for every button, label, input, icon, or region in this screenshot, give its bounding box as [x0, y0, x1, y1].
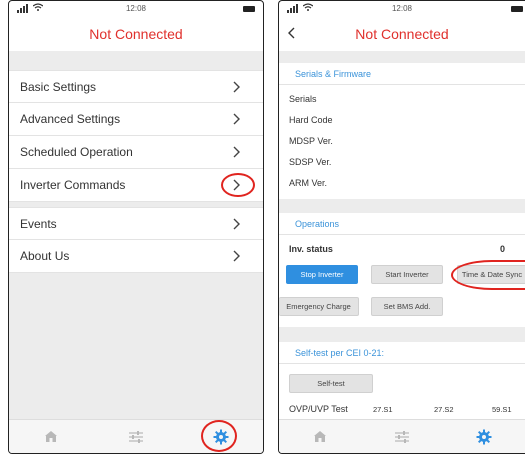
section-header-operations: Operations — [279, 213, 525, 235]
section-header-serials: Serials & Firmware — [279, 63, 525, 85]
menu-item-label: Scheduled Operation — [20, 145, 133, 159]
row-serials: Serials — [289, 94, 317, 104]
test-col-59s1: 59.S1 — [492, 404, 512, 414]
menu-item-advanced-settings[interactable]: Advanced Settings — [9, 103, 263, 136]
test-col-27s2: 27.S2 — [434, 404, 454, 414]
battery-icon — [243, 6, 255, 12]
nav-bar: Not Connected — [279, 17, 525, 51]
status-bar: 12:08 — [279, 1, 525, 17]
section-header-selftest: Self-test per CEI 0-21: — [279, 342, 525, 364]
tab-home[interactable] — [310, 427, 330, 447]
empty-area — [9, 273, 263, 421]
chevron-left-icon — [288, 27, 295, 39]
menu-item-label: Events — [20, 216, 57, 231]
menu-item-label: Advanced Settings — [20, 112, 121, 126]
chevron-right-icon — [233, 218, 240, 230]
stop-inverter-button[interactable]: Stop Inverter — [286, 265, 358, 284]
tab-bar — [279, 419, 525, 453]
page-title: Not Connected — [89, 26, 183, 42]
home-icon — [314, 431, 326, 442]
tab-settings[interactable] — [474, 427, 494, 447]
gear-icon — [476, 429, 492, 444]
spacer — [279, 327, 525, 342]
inv-status-label: Inv. status — [289, 244, 333, 254]
status-time: 12:08 — [391, 4, 413, 13]
set-bms-add-button[interactable]: Set BMS Add. — [371, 297, 443, 316]
chevron-right-icon — [233, 250, 240, 262]
inv-status-row: Inv. status 0 — [279, 239, 525, 259]
menu-item-inverter-commands[interactable]: Inverter Commands — [9, 169, 263, 202]
sliders-icon — [395, 430, 409, 443]
menu-item-label: Basic Settings — [20, 79, 97, 94]
tab-settings[interactable] — [200, 419, 237, 452]
page-title: Not Connected — [355, 26, 449, 42]
row-sdsp-ver: SDSP Ver. — [289, 157, 332, 167]
inverter-commands-screen: 12:08 Not Connected Serials & Firmware S… — [278, 0, 525, 454]
settings-screen: 12:08 Not Connected Basic Settings Advan… — [8, 0, 264, 454]
spacer — [279, 199, 525, 213]
menu-item-events[interactable]: Events — [9, 207, 263, 240]
highlight-circle — [221, 173, 255, 197]
chevron-right-icon — [233, 113, 240, 125]
spacer — [279, 51, 525, 63]
menu-item-label: Inverter Commands — [20, 178, 126, 192]
tab-adjust[interactable] — [392, 427, 412, 447]
home-icon — [45, 431, 58, 442]
ovp-uvp-label: OVP/UVP Test — [289, 404, 348, 414]
ovp-uvp-row: OVP/UVP Test 27.S1 27.S2 59.S1 — [279, 399, 525, 419]
start-inverter-button[interactable]: Start Inverter — [371, 265, 443, 284]
row-mdsp-ver: MDSP Ver. — [289, 136, 333, 146]
menu-item-scheduled-operation[interactable]: Scheduled Operation — [9, 136, 263, 169]
back-button[interactable] — [287, 25, 301, 43]
highlight-circle — [200, 419, 237, 452]
menu-item-basic-settings[interactable]: Basic Settings — [9, 70, 263, 103]
menu-item-about-us[interactable]: About Us — [9, 240, 263, 273]
self-test-button[interactable]: Self-test — [289, 374, 373, 393]
tab-adjust[interactable] — [126, 427, 146, 447]
settings-menu: Basic Settings Advanced Settings Schedul… — [9, 70, 263, 273]
row-arm-ver: ARM Ver. — [289, 178, 328, 188]
row-hard-code: Hard Code — [289, 115, 333, 125]
nav-bar: Not Connected — [9, 17, 263, 51]
spacer — [9, 51, 263, 70]
battery-icon — [511, 6, 523, 12]
emergency-charge-button[interactable]: Emergency Charge — [279, 297, 359, 316]
chevron-right-icon — [233, 81, 240, 93]
tab-bar — [9, 419, 263, 453]
test-col-27s1: 27.S1 — [373, 404, 393, 414]
chevron-right-icon — [233, 146, 240, 158]
status-bar: 12:08 — [9, 1, 263, 17]
tab-home[interactable] — [41, 427, 61, 447]
status-time: 12:08 — [125, 4, 147, 13]
highlight-circle — [451, 260, 525, 290]
inv-status-value: 0 — [499, 244, 505, 254]
menu-item-label: About Us — [20, 249, 70, 263]
sliders-icon — [128, 430, 143, 443]
